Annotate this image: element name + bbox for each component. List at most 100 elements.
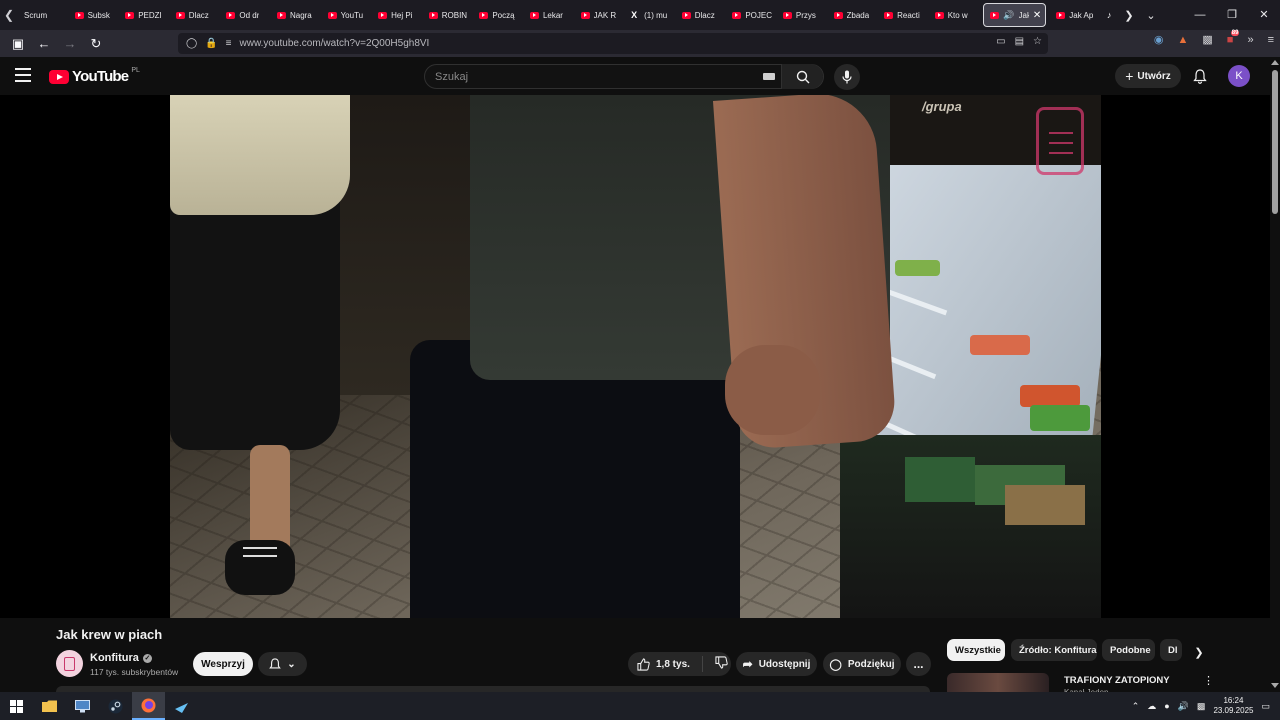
tray-overflow-icon[interactable]: ⌃ bbox=[1132, 701, 1140, 712]
browser-tab[interactable]: X (1) mu bbox=[625, 0, 676, 30]
video-player[interactable]: /grupa bbox=[0, 95, 1270, 618]
browser-tab[interactable]: JAK R bbox=[575, 0, 626, 30]
create-button[interactable]: + Utwórz bbox=[1115, 64, 1181, 88]
lock-icon[interactable]: 🔒 bbox=[205, 38, 217, 49]
tabs-scroll-left-button[interactable]: ❮ bbox=[0, 0, 18, 30]
notifications-center-icon[interactable]: ▭ bbox=[1261, 701, 1270, 712]
keyboard-icon[interactable] bbox=[763, 73, 775, 80]
thanks-icon: ◯ bbox=[829, 658, 842, 671]
browser-tab[interactable]: Od dr bbox=[220, 0, 271, 30]
browser-tab[interactable]: Lekar bbox=[524, 0, 575, 30]
voice-search-button[interactable] bbox=[834, 64, 860, 90]
fox-extension-icon[interactable]: ▲ bbox=[1178, 34, 1189, 46]
browser-tab[interactable]: Dlacz bbox=[676, 0, 727, 30]
steam-secondary-icon[interactable] bbox=[165, 692, 198, 720]
browser-tab[interactable]: ROBIN bbox=[423, 0, 474, 30]
browser-tab[interactable]: Scrum bbox=[18, 0, 69, 30]
tab-overview-icon[interactable]: ▣ bbox=[6, 32, 30, 56]
tabs-scroll-right-button[interactable]: ❯ bbox=[1118, 9, 1140, 22]
page-scrollbar[interactable] bbox=[1270, 57, 1280, 690]
app-menu-icon[interactable]: ≡ bbox=[1268, 34, 1274, 46]
share-button[interactable]: ➦ Udostępnij bbox=[736, 652, 817, 676]
channel-name[interactable]: Konfitura bbox=[90, 652, 139, 664]
tab-label: Reacti bbox=[897, 10, 920, 20]
firefox-icon[interactable] bbox=[132, 692, 165, 720]
vpn-extension-icon[interactable]: ◉ bbox=[1154, 33, 1164, 46]
picture-in-picture-icon[interactable]: ▭ bbox=[996, 36, 1005, 47]
recommendation-thumbnail[interactable] bbox=[947, 673, 1049, 692]
browser-tab[interactable]: POJEC bbox=[726, 0, 777, 30]
taskbar-clock[interactable]: 16:24 23.09.2025 bbox=[1213, 696, 1253, 716]
windows-start-icon[interactable] bbox=[0, 692, 33, 720]
more-tools-icon[interactable]: » bbox=[1247, 34, 1253, 46]
channel-name-link[interactable]: Konfitura ✓ bbox=[90, 652, 152, 664]
browser-tab[interactable]: YouTu bbox=[322, 0, 373, 30]
channel-avatar[interactable] bbox=[56, 650, 83, 677]
browser-tab[interactable]: Nagra bbox=[271, 0, 322, 30]
browser-tab[interactable]: Przys bbox=[777, 0, 828, 30]
browser-tab[interactable]: Jak Ap bbox=[1050, 0, 1101, 30]
account-avatar[interactable]: K bbox=[1228, 65, 1250, 87]
file-explorer-icon[interactable] bbox=[33, 692, 66, 720]
browser-tab[interactable]: Kto w bbox=[929, 0, 980, 30]
filter-chip[interactable]: Podobne bbox=[1102, 639, 1155, 661]
video-frame[interactable]: /grupa bbox=[170, 95, 1101, 618]
scroll-up-arrow[interactable] bbox=[1271, 60, 1279, 65]
onedrive-icon[interactable]: ☁ bbox=[1147, 701, 1156, 712]
scroll-down-arrow[interactable] bbox=[1271, 683, 1279, 688]
browser-tab[interactable]: Zbada bbox=[828, 0, 879, 30]
steam-icon[interactable] bbox=[99, 692, 132, 720]
filter-chip[interactable]: Źródło: Konfitura bbox=[1011, 639, 1097, 661]
network-icon[interactable]: ▩ bbox=[1197, 701, 1206, 712]
browser-tab[interactable]: Reacti bbox=[878, 0, 929, 30]
thanks-label: Podziękuj bbox=[847, 658, 895, 670]
search-input[interactable] bbox=[425, 65, 785, 88]
youtube-favicon-icon bbox=[175, 11, 185, 19]
chips-next-arrow-icon[interactable]: ❯ bbox=[1190, 643, 1208, 661]
tab-list-menu-icon[interactable]: ⌄ bbox=[1140, 9, 1162, 22]
speaker-icon[interactable]: 🔊 bbox=[1178, 701, 1189, 712]
browser-tab[interactable]: Subsk bbox=[69, 0, 120, 30]
close-tab-icon[interactable]: ✕ bbox=[1033, 10, 1041, 21]
filter-chip[interactable]: Wszystkie bbox=[947, 639, 1005, 661]
dislike-button[interactable] bbox=[715, 656, 728, 672]
browser-tab-active[interactable]: 🔊 Jak ✕ bbox=[983, 3, 1047, 27]
notifications-button[interactable] bbox=[1190, 66, 1210, 86]
restore-icon[interactable]: ❐ bbox=[1216, 0, 1248, 30]
like-button[interactable]: 1,8 tys. bbox=[628, 652, 731, 676]
search-button[interactable] bbox=[781, 64, 823, 89]
browser-tab[interactable]: Począ bbox=[473, 0, 524, 30]
recommendation-menu-icon[interactable]: ⋮ bbox=[1203, 674, 1214, 687]
forward-button[interactable]: → bbox=[58, 32, 82, 56]
minimize-icon[interactable]: — bbox=[1184, 0, 1216, 30]
back-button[interactable]: ← bbox=[32, 32, 56, 56]
computer-app-icon[interactable] bbox=[66, 692, 99, 720]
channel-watermark[interactable] bbox=[1036, 107, 1084, 175]
browser-tab[interactable]: Dlacz bbox=[170, 0, 221, 30]
filter-chip[interactable]: Dl bbox=[1160, 639, 1182, 661]
browser-tab[interactable]: ♪Spe bbox=[1101, 0, 1118, 30]
browser-tab[interactable]: PEDZI bbox=[119, 0, 170, 30]
microphone-tray-icon[interactable]: ● bbox=[1164, 701, 1169, 711]
recommendation-title[interactable]: TRAFIONY ZATOPIONY bbox=[1064, 675, 1170, 686]
bookmark-star-icon[interactable]: ☆ bbox=[1033, 36, 1042, 47]
guide-menu-icon[interactable] bbox=[15, 68, 31, 82]
thanks-button[interactable]: ◯ Podziękuj bbox=[823, 652, 901, 676]
youtube-logo[interactable]: YouTube PL bbox=[49, 67, 140, 85]
close-window-icon[interactable]: ✕ bbox=[1248, 0, 1280, 30]
ublock-extension-icon[interactable]: ■ 89 bbox=[1227, 29, 1240, 46]
clock-time: 16:24 bbox=[1223, 696, 1244, 705]
tracking-shield-icon[interactable]: ◯ bbox=[186, 38, 197, 49]
join-button[interactable]: Wesprzyj bbox=[193, 652, 253, 676]
scrollbar-thumb[interactable] bbox=[1272, 70, 1278, 214]
extensions-puzzle-icon[interactable]: ▩ bbox=[1202, 33, 1212, 46]
reader-view-icon[interactable]: ▤ bbox=[1015, 36, 1024, 47]
address-bar[interactable]: ◯ 🔒 ≡ www.youtube.com/watch?v=2Q00H5gh8V… bbox=[178, 33, 1048, 54]
notification-prefs-button[interactable]: ⌄ bbox=[258, 652, 307, 676]
browser-tab[interactable]: Hej Pi bbox=[372, 0, 423, 30]
more-actions-button[interactable]: ... bbox=[906, 652, 931, 676]
permissions-icon[interactable]: ≡ bbox=[226, 38, 232, 49]
speaker-playing-icon[interactable]: 🔊 bbox=[1003, 10, 1014, 21]
url-text[interactable]: www.youtube.com/watch?v=2Q00H5gh8VI bbox=[240, 38, 430, 49]
reload-button[interactable]: ↻ bbox=[84, 32, 108, 56]
